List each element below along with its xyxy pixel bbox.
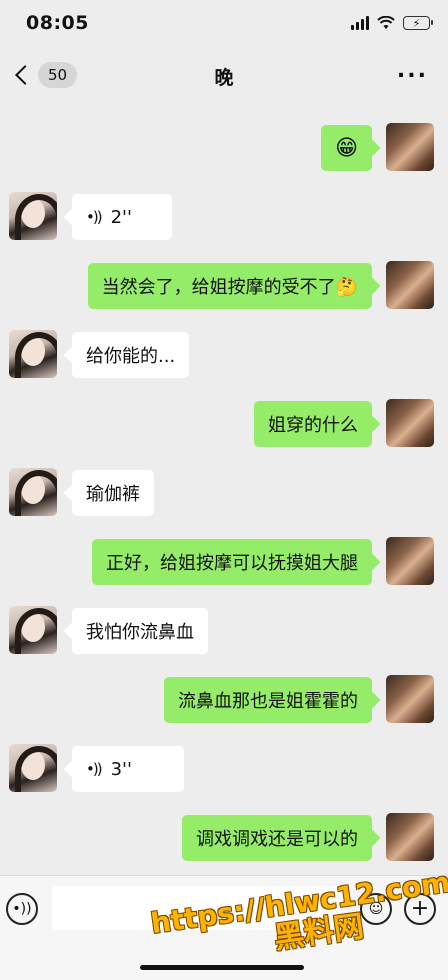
message-row-me: 调戏调戏还是可以的 [0, 813, 448, 863]
home-indicator[interactable] [140, 965, 304, 970]
message-row-me: 😁 [0, 123, 448, 173]
status-bar: 08:05 ⚡ [0, 0, 448, 50]
message-row-them: 给你能的... [0, 330, 448, 380]
signal-icon [351, 16, 369, 30]
chat-messages: 😁 •)) 2'' 当然会了，给姐按摩的受不了🤔 给你能的... 姐穿的什么 瑜… [0, 105, 448, 875]
message-text: 姐穿的什么 [268, 415, 358, 436]
text-message-bubble[interactable]: 我怕你流鼻血 [72, 608, 208, 654]
message-text: 瑜伽裤 [86, 484, 140, 505]
voice-message-bubble[interactable]: •)) 3'' [72, 746, 184, 792]
message-text: 正好，给姐按摩可以抚摸姐大腿 [106, 553, 358, 574]
message-row-them: •)) 3'' [0, 744, 448, 794]
status-icons: ⚡ [351, 16, 433, 30]
message-row-me: 正好，给姐按摩可以抚摸姐大腿 [0, 537, 448, 587]
text-message-bubble[interactable]: 瑜伽裤 [72, 470, 154, 516]
voice-duration: 2'' [110, 206, 132, 228]
message-row-them: •)) 2'' [0, 192, 448, 242]
voice-input-button[interactable]: •)) [6, 893, 38, 925]
contact-avatar[interactable] [9, 606, 57, 654]
contact-avatar[interactable] [9, 744, 57, 792]
emoji-grin: 😁 [335, 135, 358, 161]
message-row-them: 我怕你流鼻血 [0, 606, 448, 656]
message-row-me: 姐穿的什么 [0, 399, 448, 449]
voice-wave-icon: •)) [12, 901, 32, 917]
message-text: 给你能的... [86, 346, 176, 367]
emoji-message-bubble[interactable]: 😁 [321, 125, 372, 171]
message-text: 调戏调戏还是可以的 [196, 829, 358, 850]
text-message-bubble[interactable]: 调戏调戏还是可以的 [182, 815, 372, 861]
my-avatar[interactable] [386, 399, 434, 447]
message-row-me: 当然会了，给姐按摩的受不了🤔 [0, 261, 448, 311]
message-text: 流鼻血那也是姐霍霍的 [178, 691, 358, 712]
text-message-bubble[interactable]: 流鼻血那也是姐霍霍的 [164, 677, 372, 723]
more-button[interactable]: ... [397, 60, 428, 82]
contact-avatar[interactable] [9, 192, 57, 240]
my-avatar[interactable] [386, 813, 434, 861]
my-avatar[interactable] [386, 261, 434, 309]
text-message-bubble[interactable]: 当然会了，给姐按摩的受不了🤔 [87, 263, 372, 309]
chat-title: 晚 [214, 67, 234, 89]
wifi-icon [377, 16, 395, 29]
status-time: 08:05 [26, 12, 89, 34]
my-avatar[interactable] [386, 537, 434, 585]
voice-message-bubble[interactable]: •)) 2'' [72, 194, 172, 240]
text-message-bubble[interactable]: 姐穿的什么 [254, 401, 372, 447]
voice-duration: 3'' [110, 758, 132, 780]
my-avatar[interactable] [386, 123, 434, 171]
battery-charging-icon: ⚡ [403, 16, 433, 30]
message-text: 我怕你流鼻血 [86, 622, 194, 643]
voice-wave-icon: •)) [86, 208, 103, 226]
message-row-me: 流鼻血那也是姐霍霍的 [0, 675, 448, 725]
message-row-them: 瑜伽裤 [0, 468, 448, 518]
contact-avatar[interactable] [9, 330, 57, 378]
text-message-bubble[interactable]: 正好，给姐按摩可以抚摸姐大腿 [92, 539, 372, 585]
message-text: 当然会了，给姐按摩的受不了🤔 [101, 277, 358, 298]
voice-wave-icon: •)) [86, 760, 103, 778]
nav-bar: 50 晚 ... [0, 50, 448, 105]
text-message-bubble[interactable]: 给你能的... [72, 332, 190, 378]
contact-avatar[interactable] [9, 468, 57, 516]
my-avatar[interactable] [386, 675, 434, 723]
